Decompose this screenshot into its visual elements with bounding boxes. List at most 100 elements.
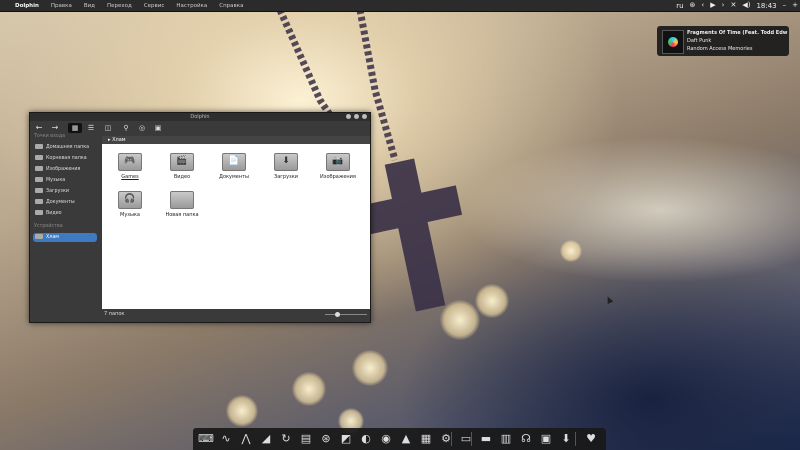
file-item-label: Games	[121, 174, 139, 180]
headphones-icon: 🎧	[118, 191, 142, 209]
sidebar-item-pictures[interactable]: Изображения	[33, 165, 97, 174]
chevron-left-icon[interactable]: ‹	[701, 0, 704, 11]
split-view-icon[interactable]: ◫	[102, 123, 114, 133]
info-panel-icon[interactable]: ▣	[152, 123, 164, 133]
firefox-icon[interactable]: ◉	[378, 431, 394, 447]
sidebar-item-label: Домашняя папка	[46, 145, 90, 150]
camera-icon: 📷	[326, 153, 350, 171]
file-item-games[interactable]: 🎮 Games	[112, 153, 148, 180]
maximize-icon[interactable]	[354, 114, 359, 119]
x-icon[interactable]: ✕	[730, 0, 736, 11]
details-view-icon[interactable]: ☰	[85, 123, 97, 133]
clock[interactable]: 18:43	[756, 2, 776, 10]
menu-view[interactable]: Вид	[78, 3, 101, 9]
file-item-music[interactable]: 🎧 Музыка	[112, 191, 148, 218]
breadcrumb[interactable]: ▸ Хлам	[102, 136, 370, 144]
video-icon: 🎬	[170, 153, 194, 171]
icons-view-icon[interactable]: ▦	[68, 123, 82, 133]
download-icon: ⬇	[274, 153, 298, 171]
video-icon[interactable]: ▣	[538, 431, 554, 447]
file-icon-view[interactable]: 🎮 Games 🎬 Видео 📄 Документы ⬇ Загрузки 📷 Изоб…	[102, 144, 370, 309]
bag-icon[interactable]: ▤	[298, 431, 314, 447]
sidebar-item-device-hlam[interactable]: Хлам	[33, 233, 97, 242]
sidebar-item-music[interactable]: Музыка	[33, 176, 97, 185]
file-item-pictures[interactable]: 📷 Изображения	[320, 153, 356, 180]
pictures-icon	[35, 166, 43, 171]
vlc-icon[interactable]: ▲	[398, 431, 414, 447]
preview-icon[interactable]: ◎	[136, 123, 148, 133]
steam-icon[interactable]: ⊛	[318, 431, 334, 447]
menu-tools[interactable]: Сервис	[138, 3, 171, 9]
places-heading: Точки входа	[34, 134, 66, 139]
video-icon	[35, 210, 43, 215]
close-icon[interactable]	[362, 114, 367, 119]
active-app-name[interactable]: Dolphin	[0, 3, 45, 9]
bokeh-light	[292, 372, 326, 406]
menu-help[interactable]: Справка	[213, 3, 249, 9]
menu-go[interactable]: Переход	[101, 3, 138, 9]
play-icon[interactable]: ▶	[710, 0, 715, 11]
zoom-slider-handle[interactable]	[335, 312, 340, 317]
folder-glyph: 🎮	[124, 156, 136, 166]
album-art	[662, 30, 684, 54]
mouse-cursor	[604, 295, 614, 304]
headphones-icon[interactable]: ☊	[518, 431, 534, 447]
file-item-downloads[interactable]: ⬇ Загрузки	[268, 153, 304, 180]
breadcrumb-current[interactable]: Хлам	[112, 137, 125, 143]
bird-icon[interactable]: ◢	[258, 431, 274, 447]
menu-settings[interactable]: Настройка	[170, 3, 213, 9]
folder-glyph: 🎧	[124, 194, 136, 204]
window-titlebar[interactable]: Dolphin	[30, 113, 370, 121]
download-icon[interactable]: ⬇	[558, 431, 574, 447]
folder-icon[interactable]: ▬	[478, 431, 494, 447]
status-bar: 7 папок	[102, 309, 370, 320]
back-icon[interactable]: ←	[33, 123, 45, 133]
dock-separator	[451, 432, 452, 446]
trash-icon[interactable]: ♥	[583, 431, 599, 447]
toolbar: ← → ▦ ☰ ◫ ⚲ ◎ ▣	[30, 121, 370, 136]
documents-icon[interactable]: ▥	[498, 431, 514, 447]
refresh-icon[interactable]: ↻	[278, 431, 294, 447]
status-text: 7 папок	[104, 311, 125, 317]
chevron-right-icon[interactable]: ›	[722, 0, 725, 11]
steam-alt-icon[interactable]: ◩	[338, 431, 354, 447]
sidebar-item-downloads[interactable]: Загрузки	[33, 187, 97, 196]
documents-icon: 📄	[222, 153, 246, 171]
folder-icon	[170, 191, 194, 209]
documents-icon	[35, 199, 43, 204]
file-item-label: Видео	[173, 174, 191, 180]
bokeh-light	[475, 284, 509, 318]
volume-icon[interactable]: ◀)	[742, 0, 750, 11]
download-icon	[35, 188, 43, 193]
bokeh-light	[560, 240, 582, 262]
file-item-documents[interactable]: 📄 Документы	[216, 153, 252, 180]
steam-icon[interactable]: ⊛	[690, 0, 696, 11]
menu-edit[interactable]: Правка	[45, 3, 78, 9]
file-manager-icon[interactable]: ▦	[418, 431, 434, 447]
minimize-icon[interactable]	[346, 114, 351, 119]
keyboard-layout[interactable]: ru	[676, 2, 683, 10]
file-view-pane: ▸ Хлам 🎮 Games 🎬 Видео 📄 Документы ⬇ Загрузк…	[102, 136, 370, 320]
pulse-icon[interactable]: ∿	[218, 431, 234, 447]
sidebar-item-label: Документы	[46, 200, 75, 205]
dock-separator	[471, 432, 472, 446]
search-icon[interactable]: ⚲	[120, 123, 132, 133]
sidebar-item-documents[interactable]: Документы	[33, 198, 97, 207]
track-artist: Daft Punk	[687, 38, 712, 44]
now-playing-notification[interactable]: Fragments Of Time (Feat. Todd Edw Daft P…	[657, 26, 789, 56]
dragon-icon[interactable]: ⋀	[238, 431, 254, 447]
plus-icon[interactable]: +	[792, 0, 798, 11]
terminal-icon[interactable]: ⌨	[198, 431, 214, 447]
zoom-slider[interactable]	[325, 312, 367, 317]
places-sidebar: Точки входа Домашняя папка Корневая папк…	[30, 134, 99, 320]
devices-heading: Устройства	[34, 224, 63, 229]
file-item-new-folder[interactable]: Новая папка	[164, 191, 200, 218]
sidebar-item-root[interactable]: Корневая папка	[33, 154, 97, 163]
forward-icon[interactable]: →	[49, 123, 61, 133]
sidebar-item-home[interactable]: Домашняя папка	[33, 143, 97, 152]
sidebar-item-video[interactable]: Видео	[33, 209, 97, 218]
file-item-video[interactable]: 🎬 Видео	[164, 153, 200, 180]
media-icon[interactable]: ◐	[358, 431, 374, 447]
sidebar-item-label: Видео	[46, 211, 62, 216]
minus-icon[interactable]: –	[783, 0, 787, 11]
